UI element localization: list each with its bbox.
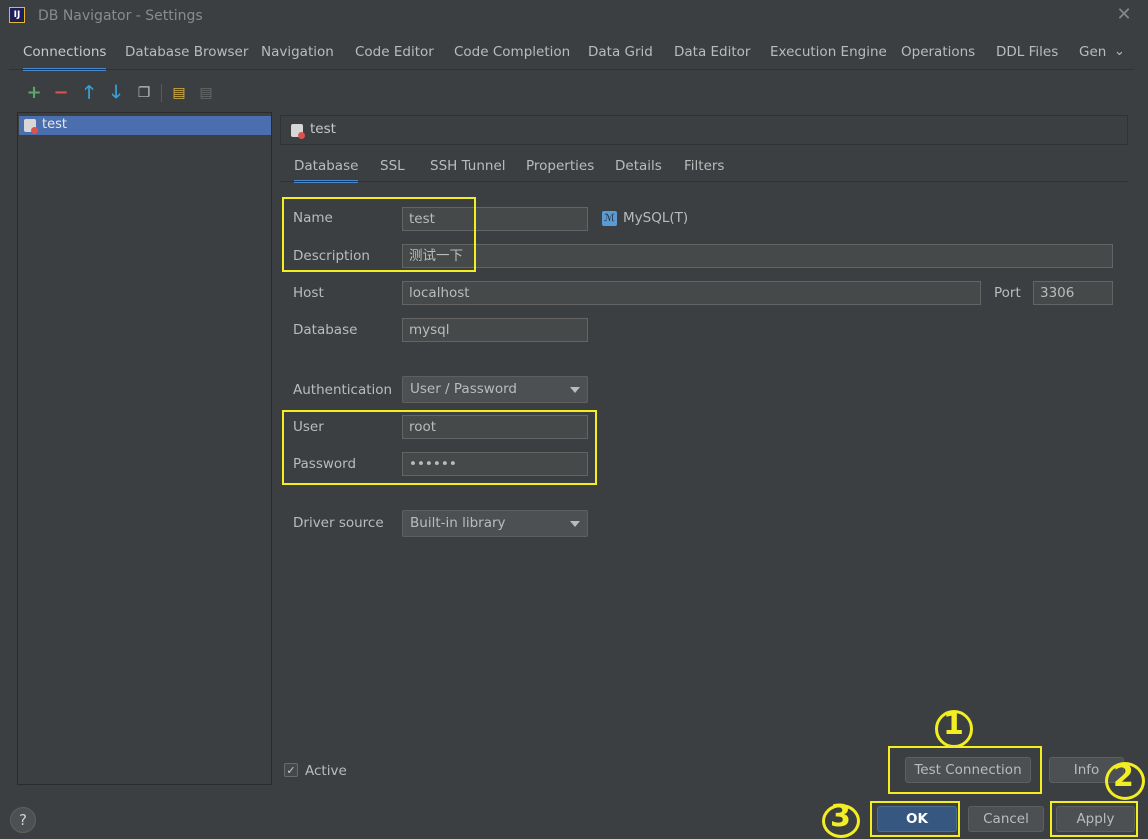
tab-data-editor[interactable]: Data Editor xyxy=(674,44,750,68)
tab-data-grid[interactable]: Data Grid xyxy=(588,44,653,68)
connection-label: test xyxy=(42,117,67,132)
move-up-icon[interactable]: 🡑 xyxy=(80,84,98,102)
driver-source-value: Built-in library xyxy=(410,515,506,531)
tab-properties[interactable]: Properties xyxy=(526,158,594,180)
authentication-value: User / Password xyxy=(410,381,517,397)
chevron-down-icon xyxy=(570,521,580,527)
settings-tabs: Connections Database Browser Navigation … xyxy=(9,44,1139,71)
connection-list: test xyxy=(17,112,272,785)
mysql-icon: ℳ xyxy=(602,211,617,226)
tab-ssh-tunnel[interactable]: SSH Tunnel xyxy=(430,158,506,180)
tab-database-browser[interactable]: Database Browser xyxy=(125,44,248,68)
cancel-button[interactable]: Cancel xyxy=(968,806,1044,832)
tab-code-editor[interactable]: Code Editor xyxy=(355,44,434,68)
database-label: Database xyxy=(293,322,358,338)
connection-title: test xyxy=(310,121,336,137)
annotation-number-2: 2 xyxy=(1113,759,1134,794)
user-label: User xyxy=(293,419,324,435)
tab-operations[interactable]: Operations xyxy=(901,44,975,68)
driver-source-select[interactable]: Built-in library xyxy=(402,510,588,537)
subtab-divider xyxy=(280,181,1128,182)
duplicate-icon: ▤ xyxy=(199,85,213,101)
chevron-down-icon[interactable]: ⌄ xyxy=(1114,44,1125,59)
driver-source-label: Driver source xyxy=(293,515,384,531)
port-label: Port xyxy=(994,285,1021,301)
database-type-label: MySQL(T) xyxy=(623,210,689,226)
annotation-number-1: 1 xyxy=(943,707,964,742)
toolbar-divider xyxy=(161,84,162,102)
authentication-label: Authentication xyxy=(293,382,393,398)
name-field[interactable]: test xyxy=(402,207,588,231)
description-label: Description xyxy=(293,248,370,264)
user-field[interactable]: root xyxy=(402,415,588,439)
tab-code-completion[interactable]: Code Completion xyxy=(454,44,570,68)
move-down-icon[interactable]: 🡓 xyxy=(107,84,125,102)
tab-divider xyxy=(9,69,1134,70)
close-icon[interactable]: ✕ xyxy=(1114,4,1134,26)
port-field[interactable]: 3306 xyxy=(1033,281,1113,305)
app-icon: IJ xyxy=(9,7,25,23)
tab-filters[interactable]: Filters xyxy=(684,158,724,180)
chevron-down-icon xyxy=(570,387,580,393)
title-bar: IJ DB Navigator - Settings ✕ xyxy=(0,0,1148,32)
add-icon[interactable]: + xyxy=(25,84,43,102)
authentication-select[interactable]: User / Password xyxy=(402,376,588,403)
database-icon xyxy=(291,124,305,139)
host-field[interactable]: localhost xyxy=(402,281,981,305)
annotation-number-3: 3 xyxy=(830,799,851,834)
paste-icon[interactable]: ▤ xyxy=(170,84,188,102)
connection-header: test xyxy=(280,115,1128,145)
description-field[interactable]: 测试一下 xyxy=(402,244,1113,268)
tab-database[interactable]: Database xyxy=(294,158,359,183)
name-label: Name xyxy=(293,210,333,226)
test-connection-button[interactable]: Test Connection xyxy=(905,757,1031,783)
active-checkbox[interactable]: ✓ xyxy=(284,763,298,777)
remove-icon[interactable]: − xyxy=(52,84,70,102)
password-field[interactable]: •••••• xyxy=(402,452,588,476)
tab-execution-engine[interactable]: Execution Engine xyxy=(770,44,887,68)
tab-general[interactable]: Gen xyxy=(1079,44,1106,68)
tab-ddl-files[interactable]: DDL Files xyxy=(996,44,1058,68)
copy-icon[interactable]: ❐ xyxy=(135,84,153,102)
tab-ssl[interactable]: SSL xyxy=(380,158,405,180)
tab-navigation[interactable]: Navigation xyxy=(261,44,334,68)
database-field[interactable]: mysql xyxy=(402,318,588,342)
help-button[interactable]: ? xyxy=(10,807,36,833)
window-title: DB Navigator - Settings xyxy=(38,8,203,24)
apply-button[interactable]: Apply xyxy=(1056,806,1135,832)
tab-connections[interactable]: Connections xyxy=(23,44,107,71)
connection-item-test[interactable]: test xyxy=(19,116,271,135)
host-label: Host xyxy=(293,285,324,301)
tab-details[interactable]: Details xyxy=(615,158,662,180)
active-label: Active xyxy=(305,763,347,779)
password-label: Password xyxy=(293,456,357,472)
database-icon xyxy=(24,119,38,134)
ok-button[interactable]: OK xyxy=(877,806,957,832)
